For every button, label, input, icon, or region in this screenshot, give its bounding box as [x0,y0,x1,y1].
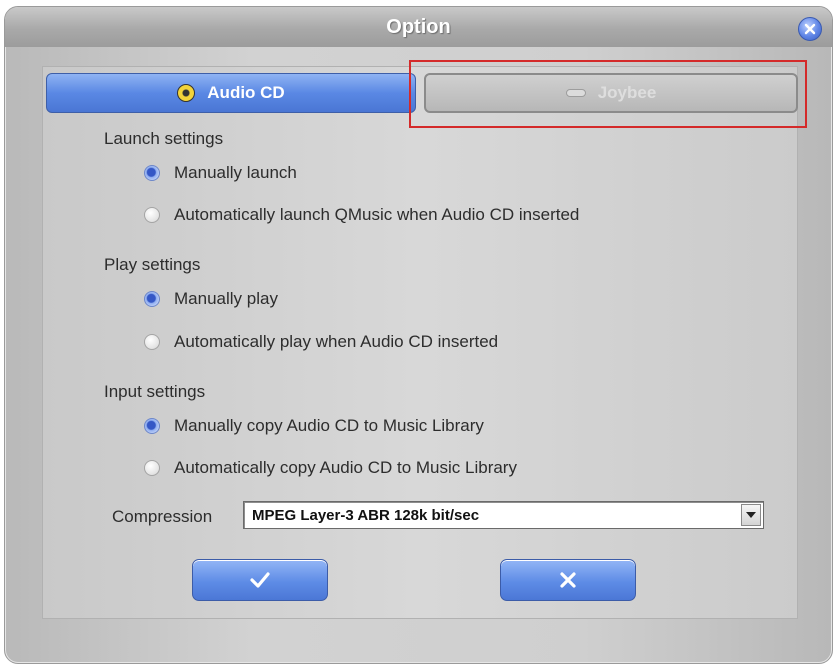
radio-manually-launch[interactable]: Manually launch [144,163,297,183]
radio-label: Automatically launch QMusic when Audio C… [174,205,580,224]
radio-manually-play[interactable]: Manually play [144,289,278,309]
checkmark-icon [250,572,270,588]
radio-unselected-indicator[interactable] [144,207,160,223]
tab-audio-cd-label: Audio CD [207,83,285,102]
radio-label: Manually launch [174,163,297,182]
radio-auto-play[interactable]: Automatically play when Audio CD inserte… [144,332,498,352]
title-bar[interactable]: Option [5,7,832,47]
close-icon [804,23,816,35]
x-icon [560,572,576,588]
radio-auto-launch[interactable]: Automatically launch QMusic when Audio C… [144,205,579,225]
radio-label: Manually play [174,289,278,308]
play-settings-heading: Play settings [104,255,201,274]
chevron-down-icon [746,512,756,518]
radio-auto-copy[interactable]: Automatically copy Audio CD to Music Lib… [144,458,517,478]
radio-unselected-indicator[interactable] [144,334,160,350]
dropdown-arrow-button[interactable] [741,504,761,526]
cancel-button[interactable] [500,559,636,601]
radio-manually-copy[interactable]: Manually copy Audio CD to Music Library [144,416,484,436]
radio-selected-indicator[interactable] [144,165,160,181]
cd-icon [177,84,196,102]
launch-settings-heading: Launch settings [104,129,224,148]
radio-label: Automatically play when Audio CD inserte… [174,332,499,351]
radio-label: Automatically copy Audio CD to Music Lib… [174,458,517,477]
radio-selected-indicator[interactable] [144,418,160,434]
dialog-title: Option [386,16,451,38]
radio-selected-indicator[interactable] [144,291,160,307]
ok-button[interactable] [192,559,328,601]
compression-value: MPEG Layer-3 ABR 128k bit/sec [252,507,480,524]
close-button[interactable] [798,17,822,41]
joybee-tab-highlight [409,60,807,128]
compression-select[interactable]: MPEG Layer-3 ABR 128k bit/sec [243,501,764,529]
radio-label: Manually copy Audio CD to Music Library [174,416,484,435]
input-settings-heading: Input settings [104,382,206,401]
radio-unselected-indicator[interactable] [144,460,160,476]
compression-label: Compression [112,507,213,526]
tab-audio-cd[interactable]: Audio CD [46,73,416,113]
